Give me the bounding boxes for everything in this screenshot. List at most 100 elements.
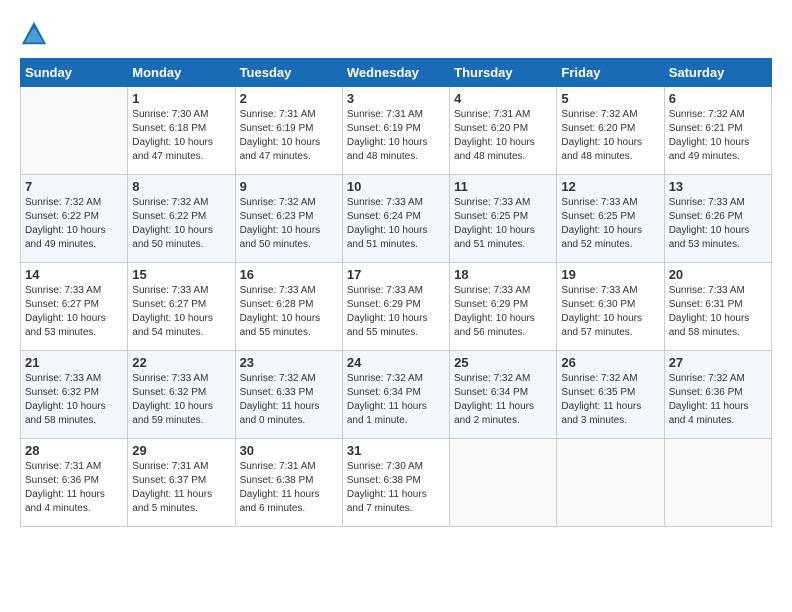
calendar-cell: 22 Sunrise: 7:33 AM Sunset: 6:32 PM Dayli…	[128, 351, 235, 439]
calendar-cell: 18 Sunrise: 7:33 AM Sunset: 6:29 PM Dayli…	[450, 263, 557, 351]
page-header	[20, 20, 772, 48]
calendar-body: 1Sunrise: 7:30 AM Sunset: 6:18 PM Daylig…	[21, 87, 772, 527]
day-of-week-header: Saturday	[664, 59, 771, 87]
calendar-cell: 30 Sunrise: 7:31 AM Sunset: 6:38 PM Dayli…	[235, 439, 342, 527]
day-info: Sunrise: 7:32 AM Sunset: 6:33 PM Dayligh…	[240, 372, 338, 428]
calendar-week-row: 28 Sunrise: 7:31 AM Sunset: 6:36 PM Dayli…	[21, 439, 772, 527]
day-info: Sunrise: 7:33 AM Sunset: 6:26 PM Dayligh…	[669, 196, 767, 252]
day-info: Sunrise: 7:32 AM Sunset: 6:35 PM Dayligh…	[561, 372, 659, 428]
calendar-cell: 20 Sunrise: 7:33 AM Sunset: 6:31 PM Dayli…	[664, 263, 771, 351]
day-info: Sunrise: 7:33 AM Sunset: 6:31 PM Dayligh…	[669, 284, 767, 340]
day-number: 5	[561, 91, 659, 106]
day-info: Sunrise: 7:31 AM Sunset: 6:36 PM Dayligh…	[25, 460, 123, 516]
logo-icon	[20, 20, 48, 48]
day-info: Sunrise: 7:33 AM Sunset: 6:27 PM Dayligh…	[25, 284, 123, 340]
calendar-week-row: 14 Sunrise: 7:33 AM Sunset: 6:27 PM Dayli…	[21, 263, 772, 351]
day-of-week-header: Wednesday	[342, 59, 449, 87]
day-info: Sunrise: 7:33 AM Sunset: 6:25 PM Dayligh…	[454, 196, 552, 252]
day-info: Sunrise: 7:33 AM Sunset: 6:32 PM Dayligh…	[25, 372, 123, 428]
calendar-cell	[664, 439, 771, 527]
day-number: 14	[25, 267, 123, 282]
day-info: Sunrise: 7:31 AM Sunset: 6:20 PM Dayligh…	[454, 108, 552, 164]
day-number: 13	[669, 179, 767, 194]
day-info: Sunrise: 7:31 AM Sunset: 6:38 PM Dayligh…	[240, 460, 338, 516]
day-info: Sunrise: 7:31 AM Sunset: 6:19 PM Dayligh…	[240, 108, 338, 164]
logo	[20, 20, 52, 48]
calendar-cell: 11 Sunrise: 7:33 AM Sunset: 6:25 PM Dayli…	[450, 175, 557, 263]
calendar-cell: 7Sunrise: 7:32 AM Sunset: 6:22 PM Daylig…	[21, 175, 128, 263]
day-info: Sunrise: 7:32 AM Sunset: 6:21 PM Dayligh…	[669, 108, 767, 164]
day-info: Sunrise: 7:31 AM Sunset: 6:37 PM Dayligh…	[132, 460, 230, 516]
calendar-cell: 5 Sunrise: 7:32 AM Sunset: 6:20 PM Daylig…	[557, 87, 664, 175]
day-number: 18	[454, 267, 552, 282]
day-info: Sunrise: 7:32 AM Sunset: 6:36 PM Dayligh…	[669, 372, 767, 428]
day-info: Sunrise: 7:33 AM Sunset: 6:25 PM Dayligh…	[561, 196, 659, 252]
calendar-cell	[450, 439, 557, 527]
day-number: 30	[240, 443, 338, 458]
day-info: Sunrise: 7:33 AM Sunset: 6:29 PM Dayligh…	[347, 284, 445, 340]
day-number: 8	[132, 179, 230, 194]
day-of-week-header: Sunday	[21, 59, 128, 87]
day-number: 1	[132, 91, 230, 106]
calendar-cell: 25 Sunrise: 7:32 AM Sunset: 6:34 PM Dayli…	[450, 351, 557, 439]
day-info: Sunrise: 7:32 AM Sunset: 6:22 PM Dayligh…	[132, 196, 230, 252]
calendar-week-row: 21 Sunrise: 7:33 AM Sunset: 6:32 PM Dayli…	[21, 351, 772, 439]
day-of-week-header: Thursday	[450, 59, 557, 87]
day-number: 4	[454, 91, 552, 106]
calendar-cell: 4 Sunrise: 7:31 AM Sunset: 6:20 PM Daylig…	[450, 87, 557, 175]
day-number: 22	[132, 355, 230, 370]
day-number: 23	[240, 355, 338, 370]
calendar-week-row: 1Sunrise: 7:30 AM Sunset: 6:18 PM Daylig…	[21, 87, 772, 175]
day-number: 31	[347, 443, 445, 458]
calendar-cell: 1Sunrise: 7:30 AM Sunset: 6:18 PM Daylig…	[128, 87, 235, 175]
calendar-cell	[21, 87, 128, 175]
day-info: Sunrise: 7:32 AM Sunset: 6:20 PM Dayligh…	[561, 108, 659, 164]
calendar-cell: 16Sunrise: 7:33 AM Sunset: 6:28 PM Dayli…	[235, 263, 342, 351]
day-of-week-header: Monday	[128, 59, 235, 87]
day-number: 20	[669, 267, 767, 282]
calendar-cell: 6Sunrise: 7:32 AM Sunset: 6:21 PM Daylig…	[664, 87, 771, 175]
day-number: 9	[240, 179, 338, 194]
day-number: 2	[240, 91, 338, 106]
day-info: Sunrise: 7:32 AM Sunset: 6:34 PM Dayligh…	[347, 372, 445, 428]
day-number: 25	[454, 355, 552, 370]
day-info: Sunrise: 7:32 AM Sunset: 6:34 PM Dayligh…	[454, 372, 552, 428]
calendar-cell: 29Sunrise: 7:31 AM Sunset: 6:37 PM Dayli…	[128, 439, 235, 527]
day-number: 26	[561, 355, 659, 370]
calendar-cell: 12 Sunrise: 7:33 AM Sunset: 6:25 PM Dayli…	[557, 175, 664, 263]
day-info: Sunrise: 7:30 AM Sunset: 6:38 PM Dayligh…	[347, 460, 445, 516]
day-of-week-header: Friday	[557, 59, 664, 87]
day-number: 21	[25, 355, 123, 370]
day-info: Sunrise: 7:32 AM Sunset: 6:23 PM Dayligh…	[240, 196, 338, 252]
day-info: Sunrise: 7:33 AM Sunset: 6:24 PM Dayligh…	[347, 196, 445, 252]
day-number: 12	[561, 179, 659, 194]
calendar-table: SundayMondayTuesdayWednesdayThursdayFrid…	[20, 58, 772, 527]
calendar-cell: 15 Sunrise: 7:33 AM Sunset: 6:27 PM Dayli…	[128, 263, 235, 351]
days-of-week-row: SundayMondayTuesdayWednesdayThursdayFrid…	[21, 59, 772, 87]
day-number: 3	[347, 91, 445, 106]
day-info: Sunrise: 7:33 AM Sunset: 6:32 PM Dayligh…	[132, 372, 230, 428]
day-number: 28	[25, 443, 123, 458]
day-info: Sunrise: 7:33 AM Sunset: 6:28 PM Dayligh…	[240, 284, 338, 340]
calendar-week-row: 7Sunrise: 7:32 AM Sunset: 6:22 PM Daylig…	[21, 175, 772, 263]
calendar-cell: 23 Sunrise: 7:32 AM Sunset: 6:33 PM Dayli…	[235, 351, 342, 439]
day-info: Sunrise: 7:33 AM Sunset: 6:27 PM Dayligh…	[132, 284, 230, 340]
day-number: 27	[669, 355, 767, 370]
calendar-cell: 13 Sunrise: 7:33 AM Sunset: 6:26 PM Dayli…	[664, 175, 771, 263]
calendar-cell: 17 Sunrise: 7:33 AM Sunset: 6:29 PM Dayli…	[342, 263, 449, 351]
day-info: Sunrise: 7:31 AM Sunset: 6:19 PM Dayligh…	[347, 108, 445, 164]
day-number: 11	[454, 179, 552, 194]
day-number: 17	[347, 267, 445, 282]
day-number: 10	[347, 179, 445, 194]
day-number: 15	[132, 267, 230, 282]
calendar-cell: 10 Sunrise: 7:33 AM Sunset: 6:24 PM Dayli…	[342, 175, 449, 263]
calendar-cell: 19Sunrise: 7:33 AM Sunset: 6:30 PM Dayli…	[557, 263, 664, 351]
calendar-cell	[557, 439, 664, 527]
day-info: Sunrise: 7:33 AM Sunset: 6:29 PM Dayligh…	[454, 284, 552, 340]
calendar-cell: 9 Sunrise: 7:32 AM Sunset: 6:23 PM Daylig…	[235, 175, 342, 263]
calendar-cell: 26 Sunrise: 7:32 AM Sunset: 6:35 PM Dayli…	[557, 351, 664, 439]
calendar-cell: 28 Sunrise: 7:31 AM Sunset: 6:36 PM Dayli…	[21, 439, 128, 527]
calendar-cell: 8 Sunrise: 7:32 AM Sunset: 6:22 PM Daylig…	[128, 175, 235, 263]
calendar-cell: 2 Sunrise: 7:31 AM Sunset: 6:19 PM Daylig…	[235, 87, 342, 175]
day-info: Sunrise: 7:33 AM Sunset: 6:30 PM Dayligh…	[561, 284, 659, 340]
